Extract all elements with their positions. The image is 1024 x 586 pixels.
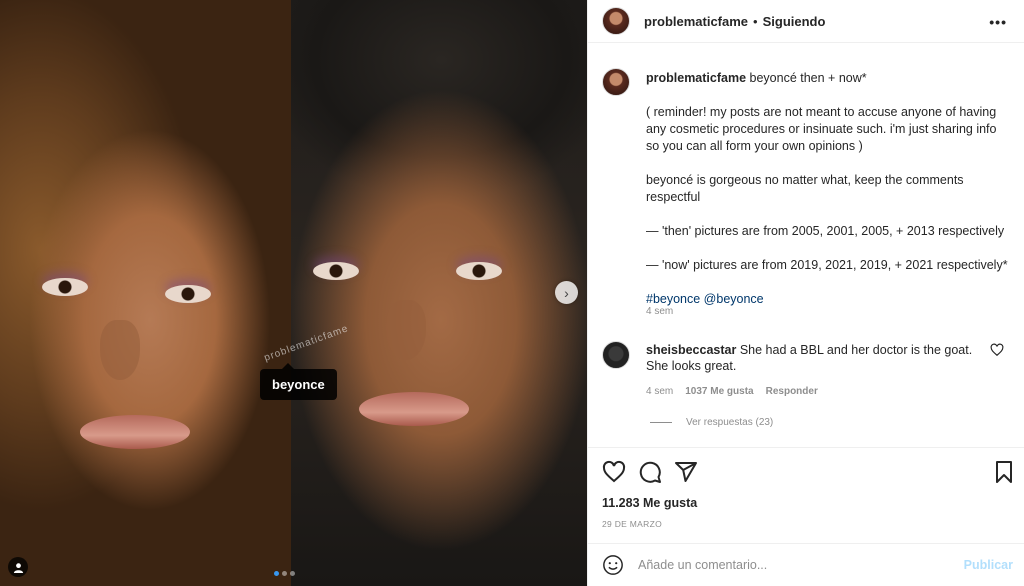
next-slide-button[interactable]: › xyxy=(555,281,578,304)
now-photo xyxy=(291,0,587,586)
caption-username[interactable]: problematicfame xyxy=(646,71,746,85)
post-date: 29 DE MARZO xyxy=(602,519,662,529)
divider xyxy=(650,422,672,423)
chevron-right-icon: › xyxy=(564,284,569,301)
likes-count[interactable]: 11.283 Me gusta xyxy=(602,496,697,510)
more-horizontal-icon: ••• xyxy=(989,14,1007,30)
bookmark-icon[interactable] xyxy=(992,460,1016,484)
emoji-icon[interactable] xyxy=(602,554,624,576)
comment-item: sheisbeccastar She had a BBL and her doc… xyxy=(602,341,1010,373)
view-replies-button[interactable]: Ver respuestas (23) xyxy=(650,417,773,428)
lips xyxy=(359,392,469,426)
nose xyxy=(100,320,140,380)
caption-title: beyoncé then + now* xyxy=(749,71,867,85)
user-icon xyxy=(13,562,23,573)
view-replies-label: Ver respuestas (23) xyxy=(686,417,774,428)
header-username[interactable]: problematicfame xyxy=(644,14,748,29)
comment-text: sheisbeccastar She had a BBL and her doc… xyxy=(646,342,986,374)
eye-left xyxy=(313,262,359,280)
caption-paragraph: ( reminder! my posts are not meant to ac… xyxy=(646,105,997,153)
caption-text: problematicfame beyoncé then + now* ( re… xyxy=(646,70,1010,325)
carousel-dot xyxy=(274,571,279,576)
publish-button[interactable]: Publicar xyxy=(964,558,1013,572)
commenter-avatar[interactable] xyxy=(602,341,630,369)
comment-likes[interactable]: 1037 Me gusta xyxy=(685,386,753,397)
caption-timestamp: 4 sem xyxy=(646,306,674,317)
header-separator: • xyxy=(753,13,758,29)
comment-input[interactable] xyxy=(638,558,938,572)
post-panel: problematicfame • Siguiendo ••• problema… xyxy=(587,0,1024,586)
heart-icon[interactable] xyxy=(990,343,1004,357)
heart-icon[interactable] xyxy=(602,460,626,484)
tagged-users-button[interactable] xyxy=(8,557,28,577)
eye-right xyxy=(165,285,211,303)
following-button[interactable]: Siguiendo xyxy=(763,14,826,29)
eye-left xyxy=(42,278,88,296)
post-header: problematicfame • Siguiendo ••• xyxy=(588,0,1024,43)
comment-meta: 4 sem 1037 Me gusta Responder xyxy=(646,386,818,397)
post-media[interactable]: problematicfame beyonce › xyxy=(0,0,587,586)
nose xyxy=(386,300,426,360)
comment-composer: Publicar xyxy=(588,543,1024,586)
user-tag-pill[interactable]: beyonce xyxy=(260,363,337,400)
more-options-button[interactable]: ••• xyxy=(989,14,1007,30)
caption-avatar[interactable] xyxy=(602,68,630,96)
caption-paragraph: — 'now' pictures are from 2019, 2021, 20… xyxy=(646,258,1008,272)
comment-username[interactable]: sheisbeccastar xyxy=(646,343,736,357)
carousel-dot xyxy=(282,571,287,576)
comment-timestamp: 4 sem xyxy=(646,386,674,397)
caption-hashtags[interactable]: #beyonce @beyonce xyxy=(646,291,1010,308)
lips xyxy=(80,415,190,449)
reply-button[interactable]: Responder xyxy=(766,386,818,397)
carousel-indicator xyxy=(274,571,295,576)
caption-paragraph: beyoncé is gorgeous no matter what, keep… xyxy=(646,173,964,204)
comment-icon[interactable] xyxy=(638,460,662,484)
caption-paragraph: — 'then' pictures are from 2005, 2001, 2… xyxy=(646,224,1005,238)
action-bar xyxy=(588,447,1024,493)
carousel-dot xyxy=(290,571,295,576)
eye-right xyxy=(456,262,502,280)
then-photo xyxy=(0,0,291,586)
share-icon[interactable] xyxy=(674,460,698,484)
avatar[interactable] xyxy=(602,7,630,35)
